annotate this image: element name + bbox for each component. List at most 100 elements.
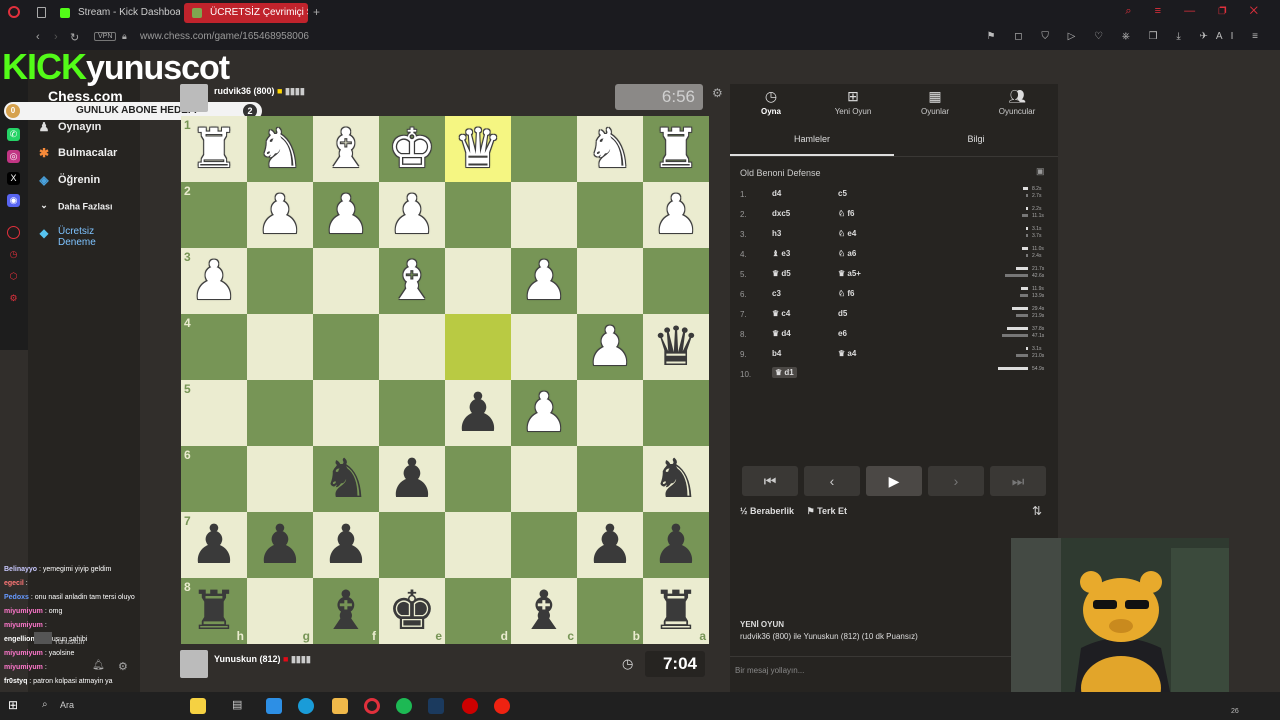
black-piece-g7[interactable]: ♟ — [247, 512, 313, 578]
square-h6[interactable]: 6 — [181, 446, 247, 512]
top-player-name[interactable]: rudvik36 (800) ■ ▮▮▮▮ — [214, 86, 305, 97]
black-piece-e6[interactable]: ♟ — [379, 446, 445, 512]
black-piece-f7[interactable]: ♟ — [313, 512, 379, 578]
nav-item-puzzles[interactable]: ✱ Bulmacalar — [36, 146, 117, 160]
square-a5[interactable] — [643, 380, 709, 446]
white-piece-c3[interactable]: ♟ — [511, 248, 577, 314]
white-move[interactable]: c3 — [772, 289, 781, 298]
square-d7[interactable] — [445, 512, 511, 578]
black-piece-a8[interactable]: ♜ — [643, 578, 709, 644]
square-g6[interactable] — [247, 446, 313, 512]
tab-new-game[interactable]: ⊞ Yeni Oyun — [812, 88, 894, 116]
bell-icon[interactable]: 🔔︎ — [92, 660, 105, 671]
opera-taskbar-icon[interactable] — [364, 698, 380, 714]
square-a3[interactable] — [643, 248, 709, 314]
square-c4[interactable] — [511, 314, 577, 380]
white-move[interactable]: ♛ d5 — [772, 269, 791, 278]
chat-username[interactable]: miyumiyum — [4, 664, 43, 671]
task-view-icon[interactable]: ▤ — [232, 698, 248, 714]
tab-play[interactable]: ◷ Oyna — [730, 88, 812, 116]
square-d6[interactable] — [445, 446, 511, 512]
white-move[interactable]: ♛ c4 — [772, 309, 790, 318]
black-move[interactable]: ♛ a4 — [838, 349, 856, 358]
book-icon[interactable]: ▣ — [1036, 166, 1045, 177]
square-d2[interactable] — [445, 182, 511, 248]
white-move[interactable]: b4 — [772, 349, 781, 358]
black-piece-a7[interactable]: ♟ — [643, 512, 709, 578]
black-move[interactable]: d5 — [838, 309, 847, 318]
opera-logo-icon[interactable] — [8, 6, 20, 18]
nav-item-play[interactable]: ♟ Oynayın — [36, 120, 102, 134]
discord-icon[interactable]: ◉ — [7, 194, 20, 207]
record-icon[interactable] — [494, 698, 510, 714]
chat-username[interactable]: Pedoxs — [4, 594, 29, 601]
opening-name[interactable]: Old Benoni Defense — [740, 168, 821, 178]
subtab-info[interactable]: Bilgi — [894, 134, 1058, 144]
avatar[interactable] — [180, 84, 208, 112]
flip-board-icon[interactable]: ⇅ — [1032, 504, 1042, 518]
chat-username[interactable]: Belinayyo — [4, 566, 37, 573]
tab-chess[interactable]: ÜCRETSİZ Çevrimiçi Satra — [184, 3, 308, 23]
square-d8[interactable]: d — [445, 578, 511, 644]
black-piece-f8[interactable]: ♝ — [313, 578, 379, 644]
nav-item-learn[interactable]: ◈ Öğrenin — [36, 173, 100, 187]
white-piece-h3[interactable]: ♟ — [181, 248, 247, 314]
white-piece-e3[interactable]: ♝ — [379, 248, 445, 314]
whatsapp-icon[interactable]: ✆ — [7, 128, 20, 141]
windows-start-icon[interactable]: ⊞ — [8, 698, 24, 714]
resign-button[interactable]: ⚑ Terk Et — [807, 506, 847, 516]
square-c7[interactable] — [511, 512, 577, 578]
black-piece-d5[interactable]: ♟ — [445, 380, 511, 446]
white-piece-c5[interactable]: ♟ — [511, 380, 577, 446]
white-piece-d1[interactable]: ♛ — [445, 116, 511, 182]
black-move[interactable]: ♘ a6 — [838, 249, 856, 258]
steam-icon[interactable] — [428, 698, 444, 714]
black-move[interactable]: ♛ a5+ — [838, 269, 861, 278]
white-piece-f1[interactable]: ♝ — [313, 116, 379, 182]
settings-icon[interactable]: ⚙ — [7, 292, 20, 305]
folder-icon[interactable] — [332, 698, 348, 714]
square-c2[interactable] — [511, 182, 577, 248]
white-move[interactable]: dxc5 — [772, 209, 790, 218]
black-move[interactable]: e6 — [838, 329, 847, 338]
black-move[interactable]: ♘ e4 — [838, 229, 856, 238]
black-piece-f6[interactable]: ♞ — [313, 446, 379, 512]
taskbar-search-icon[interactable]: ⌕ — [42, 699, 48, 710]
edge-icon[interactable] — [298, 698, 314, 714]
app-icon[interactable] — [190, 698, 206, 714]
black-move[interactable]: ♘ f6 — [838, 209, 855, 218]
draw-button[interactable]: ½ Beraberlik — [740, 506, 794, 516]
nav-item-more[interactable]: ⌄ Daha Fazlası — [36, 200, 112, 214]
black-piece-c8[interactable]: ♝ — [511, 578, 577, 644]
white-move[interactable]: d4 — [772, 189, 781, 198]
square-e5[interactable] — [379, 380, 445, 446]
square-b8[interactable]: b — [577, 578, 643, 644]
square-d3[interactable] — [445, 248, 511, 314]
white-move[interactable]: ♝ e3 — [772, 249, 790, 258]
tab-players[interactable]: 👥︎ Oyuncular — [976, 88, 1058, 116]
taskbar-search[interactable]: Ara — [60, 700, 74, 710]
chat-username[interactable]: engellion — [4, 636, 35, 643]
white-piece-e1[interactable]: ♚ — [379, 116, 445, 182]
white-piece-a1[interactable]: ♜ — [643, 116, 709, 182]
black-piece-e8[interactable]: ♚ — [379, 578, 445, 644]
browser-extension-icons[interactable]: ⚑ ◻ ⛉ ▷ ♡ ⎈ ❒ ⤓ ✈AI ≡ — [987, 31, 1267, 42]
square-b6[interactable] — [577, 446, 643, 512]
square-b5[interactable] — [577, 380, 643, 446]
subtab-moves[interactable]: Hamleler — [730, 134, 894, 144]
prev-move-button[interactable]: ‹ — [804, 466, 860, 496]
opera-icon[interactable] — [7, 226, 20, 239]
tab-kick-dashboard[interactable]: Stream - Kick Dashboard — [52, 3, 180, 23]
last-move-button[interactable]: ⏭︎ — [990, 466, 1046, 496]
square-h4[interactable]: 4 — [181, 314, 247, 380]
reload-icon[interactable]: ↻ — [70, 31, 79, 44]
square-e4[interactable] — [379, 314, 445, 380]
black-piece-a4[interactable]: ♛ — [643, 314, 709, 380]
square-f4[interactable] — [313, 314, 379, 380]
square-h2[interactable]: 2 — [181, 182, 247, 248]
white-piece-g1[interactable]: ♞ — [247, 116, 313, 182]
square-e7[interactable] — [379, 512, 445, 578]
square-g5[interactable] — [247, 380, 313, 446]
square-c1[interactable] — [511, 116, 577, 182]
chat-username[interactable]: miyumiyum — [4, 650, 43, 657]
